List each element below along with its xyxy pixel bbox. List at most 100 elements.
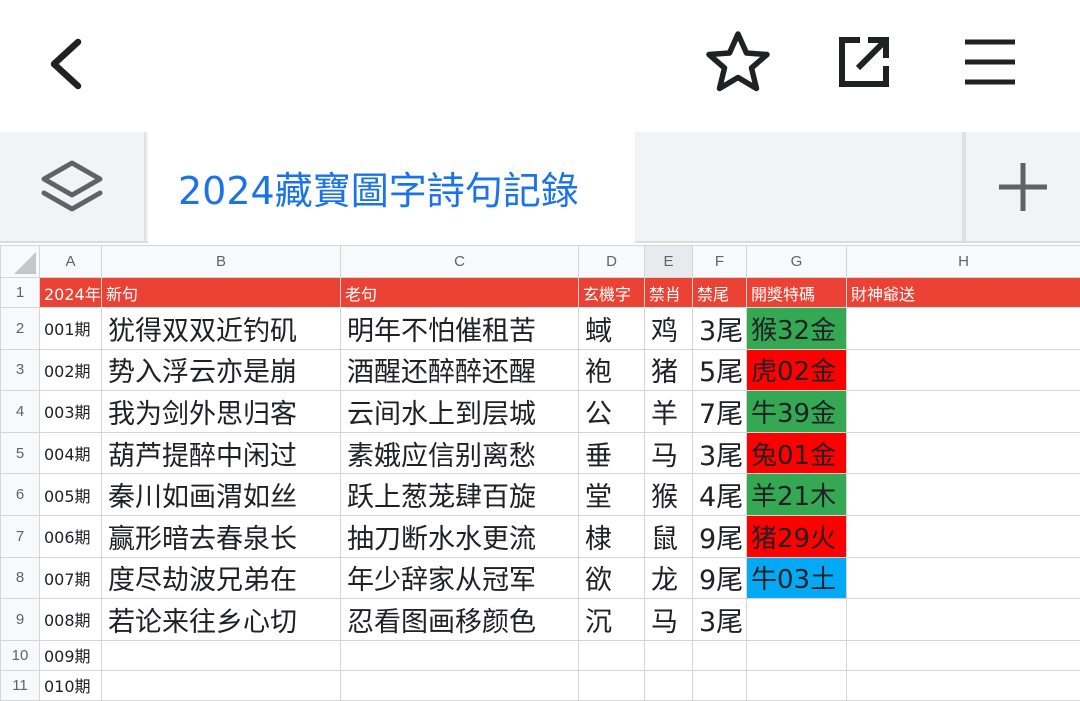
banned-tail-cell[interactable]: 5尾 [692, 348, 747, 392]
star-button[interactable] [702, 26, 774, 98]
row-number[interactable]: 5 [0, 431, 40, 475]
banned-tail-cell[interactable]: 9尾 [692, 514, 747, 558]
banned-tail-cell[interactable]: 4尾 [692, 473, 747, 516]
header-cell-banned-zodiac[interactable]: 禁肖 [644, 277, 693, 308]
period-cell[interactable]: 009期 [39, 639, 102, 671]
empty-cell[interactable] [692, 669, 747, 701]
period-cell[interactable]: 007期 [39, 556, 102, 600]
add-sheet-button[interactable] [966, 132, 1080, 241]
old-verse-cell[interactable]: 酒醒还醉醉还醒 [340, 348, 579, 392]
old-verse-cell[interactable]: 忍看图画移颜色 [340, 598, 579, 641]
banned-zodiac-cell[interactable]: 鼠 [644, 514, 693, 558]
old-verse-cell[interactable]: 素娥应信别离愁 [340, 431, 579, 475]
period-cell[interactable]: 001期 [39, 307, 102, 350]
empty-cell[interactable] [101, 669, 341, 701]
row-number[interactable]: 10 [0, 639, 40, 671]
banned-tail-cell[interactable]: 9尾 [692, 556, 747, 600]
new-verse-cell[interactable]: 赢形暗去春泉长 [101, 514, 341, 558]
old-verse-cell[interactable]: 明年不怕催租苦 [340, 307, 579, 350]
empty-cell[interactable] [340, 669, 579, 701]
draw-code-cell[interactable]: 兔01金 [746, 431, 847, 475]
period-cell[interactable]: 003期 [39, 390, 102, 433]
header-cell-banned-tail[interactable]: 禁尾 [692, 277, 747, 308]
old-verse-cell[interactable]: 年少辞家从冠军 [340, 556, 579, 600]
gift-cell[interactable] [846, 307, 1080, 350]
row-number[interactable]: 6 [0, 473, 40, 516]
draw-code-cell[interactable]: 猪29火 [746, 514, 847, 558]
empty-cell[interactable] [578, 639, 645, 671]
banned-tail-cell[interactable]: 3尾 [692, 598, 747, 641]
empty-cell[interactable] [644, 669, 693, 701]
banned-zodiac-cell[interactable]: 马 [644, 431, 693, 475]
banned-tail-cell[interactable]: 3尾 [692, 307, 747, 350]
column-header-a[interactable]: A [39, 245, 102, 278]
mystery-word-cell[interactable]: 垂 [578, 431, 645, 475]
gift-cell[interactable] [846, 598, 1080, 641]
select-all-corner[interactable] [0, 245, 40, 278]
new-verse-cell[interactable]: 若论来往乡心切 [101, 598, 341, 641]
banned-tail-cell[interactable]: 3尾 [692, 431, 747, 475]
mystery-word-cell[interactable]: 沉 [578, 598, 645, 641]
draw-code-cell[interactable] [746, 598, 847, 641]
empty-cell[interactable] [644, 639, 693, 671]
row-number[interactable]: 7 [0, 514, 40, 558]
empty-cell[interactable] [578, 669, 645, 701]
gift-cell[interactable] [846, 431, 1080, 475]
empty-cell[interactable] [846, 639, 1080, 671]
row-number[interactable]: 2 [0, 307, 40, 350]
mystery-word-cell[interactable]: 袍 [578, 348, 645, 392]
column-header-f[interactable]: F [692, 245, 747, 278]
gift-cell[interactable] [846, 514, 1080, 558]
header-cell-new-verse[interactable]: 新句 [101, 277, 341, 308]
row-number[interactable]: 9 [0, 598, 40, 641]
draw-code-cell[interactable]: 虎02金 [746, 348, 847, 392]
menu-button[interactable] [954, 26, 1026, 98]
draw-code-cell[interactable]: 羊21木 [746, 473, 847, 516]
new-verse-cell[interactable]: 秦川如画渭如丝 [101, 473, 341, 516]
column-header-d[interactable]: D [578, 245, 645, 278]
column-header-h[interactable]: H [846, 245, 1080, 278]
column-header-c[interactable]: C [340, 245, 579, 278]
empty-cell[interactable] [846, 669, 1080, 701]
draw-code-cell[interactable]: 牛03土 [746, 556, 847, 600]
period-cell[interactable]: 008期 [39, 598, 102, 641]
gift-cell[interactable] [846, 556, 1080, 600]
row-number[interactable]: 11 [0, 669, 40, 701]
banned-zodiac-cell[interactable]: 龙 [644, 556, 693, 600]
draw-code-cell[interactable]: 猴32金 [746, 307, 847, 350]
row-number[interactable]: 8 [0, 556, 40, 600]
header-cell-gift[interactable]: 財神爺送 [846, 277, 1080, 308]
new-verse-cell[interactable]: 犹得双双近钓矶 [101, 307, 341, 350]
empty-cell[interactable] [692, 639, 747, 671]
header-cell-year[interactable]: 2024年 [39, 277, 102, 308]
banned-zodiac-cell[interactable]: 马 [644, 598, 693, 641]
old-verse-cell[interactable]: 抽刀断水水更流 [340, 514, 579, 558]
banned-zodiac-cell[interactable]: 羊 [644, 390, 693, 433]
new-verse-cell[interactable]: 势入浮云亦是崩 [101, 348, 341, 392]
mystery-word-cell[interactable]: 欲 [578, 556, 645, 600]
row-number[interactable]: 4 [0, 390, 40, 433]
period-cell[interactable]: 004期 [39, 431, 102, 475]
column-header-g[interactable]: G [746, 245, 847, 278]
header-cell-old-verse[interactable]: 老句 [340, 277, 579, 308]
back-button[interactable] [30, 28, 102, 100]
row-number[interactable]: 1 [0, 277, 40, 308]
banned-zodiac-cell[interactable]: 猴 [644, 473, 693, 516]
layers-button[interactable] [0, 132, 146, 241]
gift-cell[interactable] [846, 390, 1080, 433]
banned-zodiac-cell[interactable]: 鸡 [644, 307, 693, 350]
period-cell[interactable]: 006期 [39, 514, 102, 558]
column-header-e[interactable]: E [644, 245, 693, 278]
new-verse-cell[interactable]: 我为剑外思归客 [101, 390, 341, 433]
new-verse-cell[interactable]: 度尽劫波兄弟在 [101, 556, 341, 600]
column-header-b[interactable]: B [101, 245, 341, 278]
row-number[interactable]: 3 [0, 348, 40, 392]
open-in-new-button[interactable] [828, 26, 900, 98]
period-cell[interactable]: 010期 [39, 669, 102, 701]
mystery-word-cell[interactable]: 公 [578, 390, 645, 433]
gift-cell[interactable] [846, 473, 1080, 516]
header-cell-mystery-word[interactable]: 玄機字 [578, 277, 645, 308]
old-verse-cell[interactable]: 跃上葱茏肆百旋 [340, 473, 579, 516]
new-verse-cell[interactable]: 葫芦提醉中闲过 [101, 431, 341, 475]
gift-cell[interactable] [846, 348, 1080, 392]
